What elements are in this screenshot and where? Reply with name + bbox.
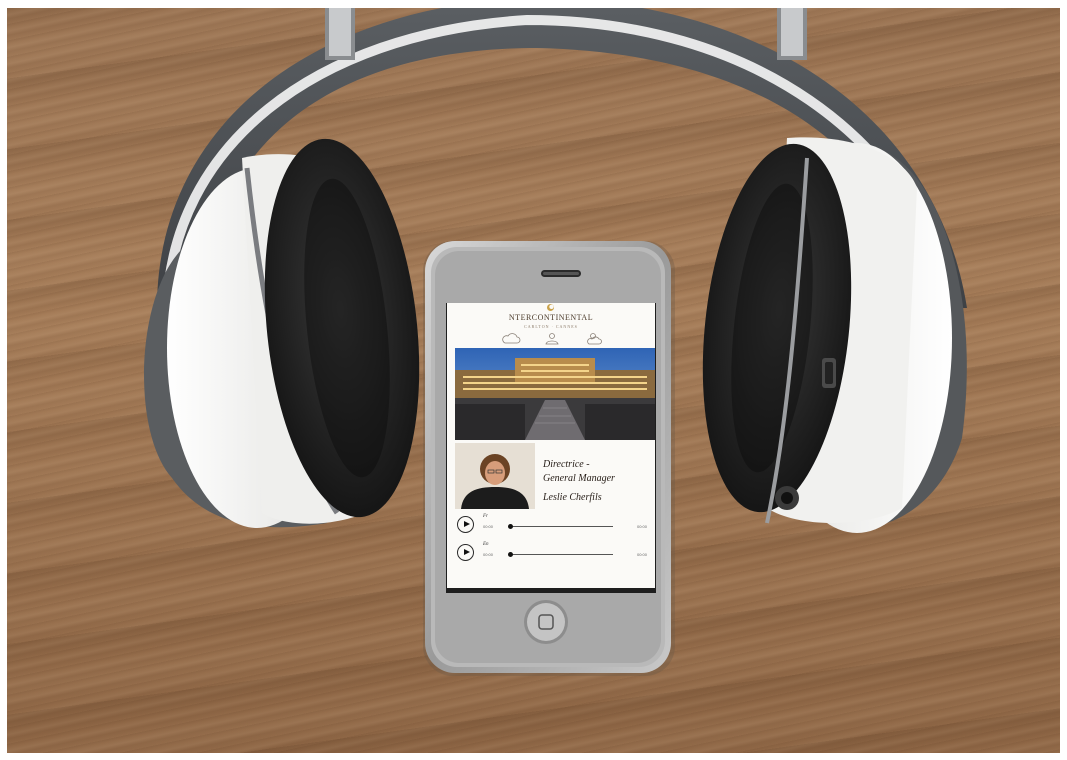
photo: NTERCONTINENTAL CARLTON · CANNES Directr… [7,8,1060,753]
track-progress-knob[interactable] [508,552,513,557]
track-time-start: 00:00 [483,524,494,529]
nav-cloud-icon[interactable] [502,333,521,344]
brand-subtitle: CARLTON · CANNES [524,324,578,329]
brand-logo-icon [547,304,554,311]
track-language: En [483,542,489,547]
track-progress-knob[interactable] [508,524,513,529]
manager-title-line1: Directrice - [543,459,590,470]
track-progress-bar[interactable] [509,526,613,528]
audio-track-fr: Fr 00:00 00:00 [457,514,649,536]
manager-name: Leslie Cherfils [543,492,602,503]
manager-title-line2: General Manager [543,473,615,484]
track-language: Fr [483,514,488,519]
audio-track-en: En 00:00 00:00 [457,542,649,564]
nav-person-icon[interactable] [545,333,559,345]
play-icon[interactable] [457,516,474,533]
nav-sun-cloud-icon[interactable] [587,333,602,345]
track-time-end: 00:00 [636,552,647,557]
manager-photo [455,443,535,509]
right-ear-cup [702,137,967,533]
track-time-end: 00:00 [636,524,647,529]
brand-name: NTERCONTINENTAL [508,313,594,322]
play-icon[interactable] [457,544,474,561]
track-time-start: 00:00 [483,552,494,557]
track-progress-bar[interactable] [509,554,613,556]
nav-bar [502,333,602,345]
phone-screen: NTERCONTINENTAL CARLTON · CANNES Directr… [447,303,655,588]
hotel-hero-image [455,348,655,440]
